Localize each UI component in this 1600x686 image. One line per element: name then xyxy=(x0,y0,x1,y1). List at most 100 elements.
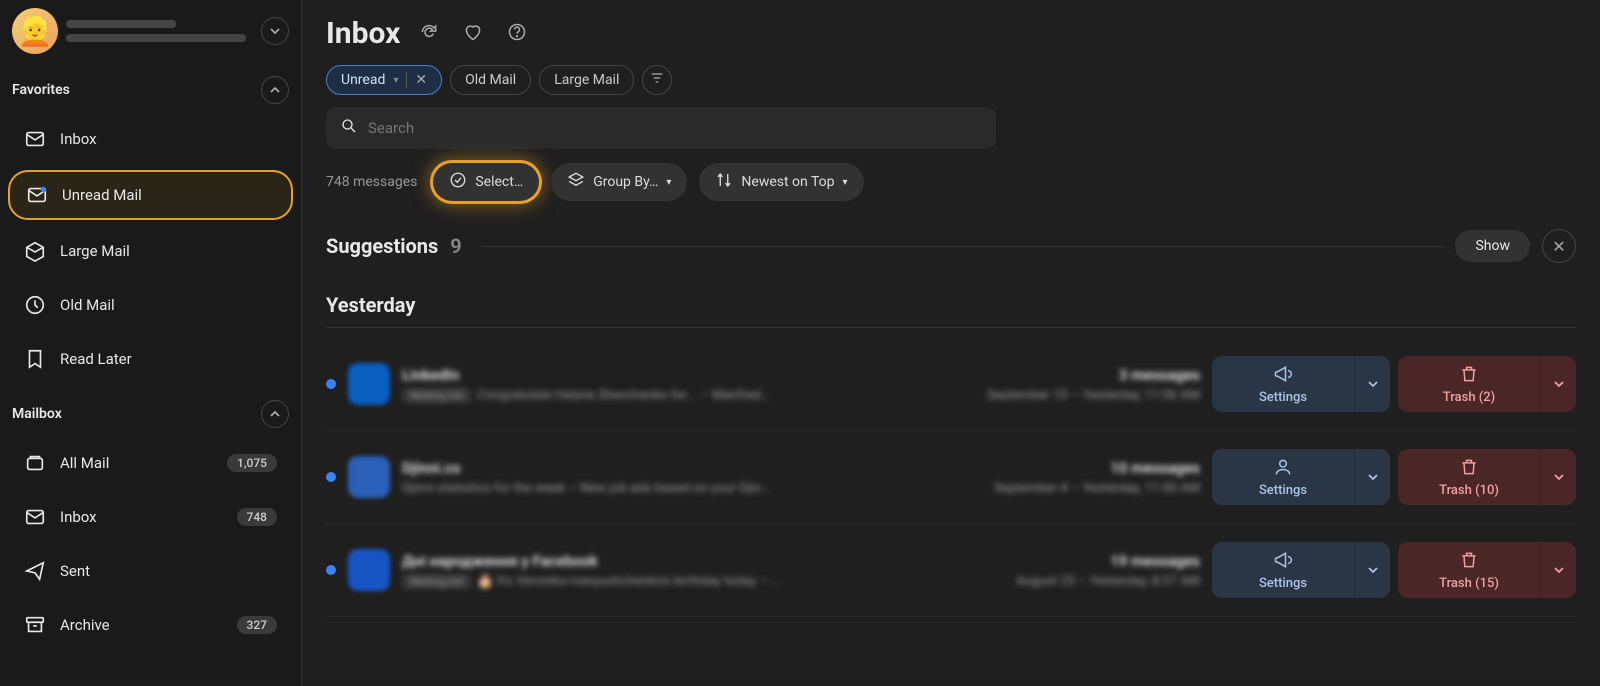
page-title: Inbox xyxy=(326,16,400,51)
trash-dropdown-button[interactable] xyxy=(1540,542,1576,598)
sidebar-item-inbox-mb[interactable]: Inbox 748 xyxy=(8,494,293,540)
mailbox-collapse-button[interactable] xyxy=(261,400,289,428)
trash-action: Trash (2) xyxy=(1398,356,1576,412)
refresh-icon xyxy=(419,22,439,46)
date-range: August 25 – Yesterday, 8:37 AM xyxy=(1016,574,1200,589)
trash-button[interactable]: Trash (15) xyxy=(1398,542,1540,598)
chevron-down-icon: ▾ xyxy=(842,177,847,188)
favorites-section-header: Favorites xyxy=(0,62,301,112)
settings-button[interactable]: Settings xyxy=(1212,449,1354,505)
favorites-collapse-button[interactable] xyxy=(261,76,289,104)
layers-icon xyxy=(567,171,585,193)
search-bar[interactable] xyxy=(326,107,996,149)
settings-dropdown-button[interactable] xyxy=(1354,449,1390,505)
chevron-down-icon xyxy=(1553,561,1565,580)
settings-dropdown-button[interactable] xyxy=(1354,542,1390,598)
mailbox-section-header: Mailbox xyxy=(0,386,301,436)
trash-dropdown-button[interactable] xyxy=(1540,356,1576,412)
sidebar-item-sent[interactable]: Sent xyxy=(8,548,293,594)
action-group: Settings Trash (2) xyxy=(1212,356,1576,412)
settings-dropdown-button[interactable] xyxy=(1354,356,1390,412)
sidebar-item-old-mail[interactable]: Old Mail xyxy=(8,282,293,328)
favorites-title: Favorites xyxy=(12,82,70,98)
trash-icon xyxy=(1459,457,1479,481)
trash-dropdown-button[interactable] xyxy=(1540,449,1576,505)
mail-row[interactable]: Дні народження у Facebook 19 messages Ma… xyxy=(326,524,1576,617)
chip-separator xyxy=(406,72,407,88)
account-expand-button[interactable] xyxy=(261,17,289,45)
megaphone-icon xyxy=(1273,550,1293,574)
chevron-down-icon xyxy=(1367,468,1379,487)
settings-button[interactable]: Settings xyxy=(1212,356,1354,412)
search-wrap xyxy=(302,107,1600,163)
subject-preview: Mailing listCongratulate Halyna Shevchen… xyxy=(402,388,771,403)
chip-label: Large Mail xyxy=(554,72,619,88)
filter-icon xyxy=(649,70,665,90)
count-badge: 748 xyxy=(237,508,277,526)
action-group: Settings Trash (15) xyxy=(1212,542,1576,598)
mail-content: Djinni.co 10 messages Djinni statistics … xyxy=(402,459,1200,496)
subject-preview: Mailing list🎂 It's Veronika Ivanyushchen… xyxy=(402,574,782,589)
chevron-down-icon xyxy=(1553,375,1565,394)
sent-icon xyxy=(24,560,46,582)
unread-dot-icon xyxy=(326,472,336,482)
avatar[interactable]: 👱 xyxy=(12,8,58,54)
sidebar-item-read-later[interactable]: Read Later xyxy=(8,336,293,382)
sidebar-item-inbox[interactable]: Inbox xyxy=(8,116,293,162)
sort-icon xyxy=(715,171,733,193)
close-icon: ✕ xyxy=(1552,237,1565,256)
message-count: 19 messages xyxy=(1110,552,1200,570)
count-badge: 1,075 xyxy=(227,454,277,472)
all-mail-icon xyxy=(24,452,46,474)
sort-label: Newest on Top xyxy=(741,174,834,190)
inbox-icon xyxy=(24,506,46,528)
sender-name: Дні народження у Facebook xyxy=(402,552,598,570)
bookmark-icon xyxy=(24,348,46,370)
sort-button[interactable]: Newest on Top ▾ xyxy=(699,163,863,201)
settings-action: Settings xyxy=(1212,356,1390,412)
settings-label: Settings xyxy=(1259,576,1307,591)
trash-label: Trash (2) xyxy=(1443,390,1495,405)
show-suggestions-button[interactable]: Show xyxy=(1455,230,1530,262)
megaphone-icon xyxy=(1273,364,1293,388)
trash-button[interactable]: Trash (2) xyxy=(1398,356,1540,412)
main-panel: Inbox Unread ▾ ✕ Old Mail Large xyxy=(302,0,1600,686)
filter-chip-old-mail[interactable]: Old Mail xyxy=(450,65,531,95)
chevron-down-icon: ▾ xyxy=(393,75,398,86)
sidebar-item-label: Sent xyxy=(60,562,277,580)
select-button[interactable]: Select… xyxy=(433,163,539,201)
archive-icon xyxy=(24,614,46,636)
chip-remove-icon[interactable]: ✕ xyxy=(415,72,427,88)
mail-content: LinkedIn 3 messages Mailing listCongratu… xyxy=(402,366,1200,403)
sidebar-item-archive[interactable]: Archive 327 xyxy=(8,602,293,648)
search-input[interactable] xyxy=(368,119,982,137)
sidebar-item-large-mail[interactable]: Large Mail xyxy=(8,228,293,274)
favorite-button[interactable] xyxy=(458,19,488,49)
help-button[interactable] xyxy=(502,19,532,49)
filter-chip-large-mail[interactable]: Large Mail xyxy=(539,65,634,95)
filter-chip-unread[interactable]: Unread ▾ ✕ xyxy=(326,65,442,95)
sender-name: LinkedIn xyxy=(402,366,459,384)
trash-button[interactable]: Trash (10) xyxy=(1398,449,1540,505)
chip-label: Unread xyxy=(341,72,385,88)
mail-list[interactable]: LinkedIn 3 messages Mailing listCongratu… xyxy=(302,338,1600,686)
sender-avatar xyxy=(348,456,390,498)
sidebar-item-all-mail[interactable]: All Mail 1,075 xyxy=(8,440,293,486)
sender-avatar xyxy=(348,549,390,591)
mail-content: Дні народження у Facebook 19 messages Ma… xyxy=(402,552,1200,589)
mailbox-title: Mailbox xyxy=(12,406,62,422)
close-suggestions-button[interactable]: ✕ xyxy=(1542,229,1576,263)
filter-options-button[interactable] xyxy=(642,65,672,95)
settings-label: Settings xyxy=(1259,390,1307,405)
mail-row[interactable]: LinkedIn 3 messages Mailing listCongratu… xyxy=(326,338,1576,431)
chevron-up-icon xyxy=(269,405,281,424)
old-mail-icon xyxy=(24,294,46,316)
refresh-button[interactable] xyxy=(414,19,444,49)
sidebar-item-label: Old Mail xyxy=(60,296,277,314)
sidebar-item-unread-mail[interactable]: Unread Mail xyxy=(8,170,293,220)
mail-row[interactable]: Djinni.co 10 messages Djinni statistics … xyxy=(326,431,1576,524)
heart-icon xyxy=(463,22,483,46)
group-by-button[interactable]: Group By… ▾ xyxy=(551,163,687,201)
settings-button[interactable]: Settings xyxy=(1212,542,1354,598)
chevron-down-icon xyxy=(1367,561,1379,580)
